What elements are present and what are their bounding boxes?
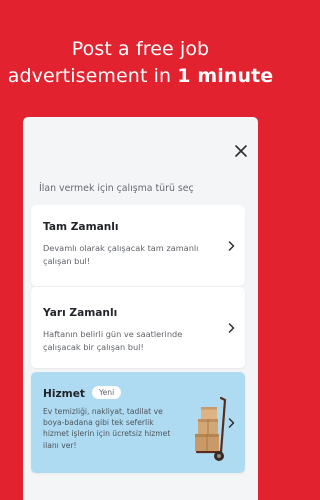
- chevron-right-icon: [228, 417, 235, 428]
- new-badge: Yeni: [92, 386, 122, 399]
- option-title: Hizmet: [43, 388, 85, 400]
- headline-line-2-text: advertisement in: [7, 65, 178, 87]
- chevron-right-icon: [228, 240, 235, 251]
- option-service[interactable]: Hizmet Yeni Ev temizliği, nakliyat, tadi…: [31, 372, 245, 473]
- job-type-prompt: İlan vermek için çalışma türü seç: [39, 183, 194, 194]
- option-description: Ev temizliği, nakliyat, tadilat ve boya-…: [43, 407, 171, 450]
- option-title: Tam Zamanlı: [43, 221, 119, 233]
- option-part-time[interactable]: Yarı Zamanlı Haftanın belirli gün ve saa…: [31, 287, 245, 368]
- option-description: Devamlı olarak çalışacak tam zamanlı çal…: [43, 243, 199, 266]
- close-button[interactable]: [234, 144, 248, 158]
- option-full-time[interactable]: Tam Zamanlı Devamlı olarak çalışacak tam…: [31, 205, 245, 286]
- option-title: Yarı Zamanlı: [43, 307, 118, 319]
- headline-line-1: Post a free job: [71, 38, 210, 60]
- hand-truck-boxes-illustration: [195, 396, 227, 461]
- job-type-sheet: İlan vermek için çalışma türü seç Tam Za…: [23, 117, 258, 500]
- headline-emphasis: 1 minute: [177, 65, 274, 87]
- option-description: Haftanın belirli gün ve saatlerinde çalı…: [43, 329, 183, 352]
- headline: Post a free job advertisement in 1 minut…: [0, 36, 281, 90]
- chevron-right-icon: [228, 322, 235, 333]
- headline-line-2: advertisement in 1 minute: [0, 63, 281, 90]
- close-icon: [235, 145, 247, 157]
